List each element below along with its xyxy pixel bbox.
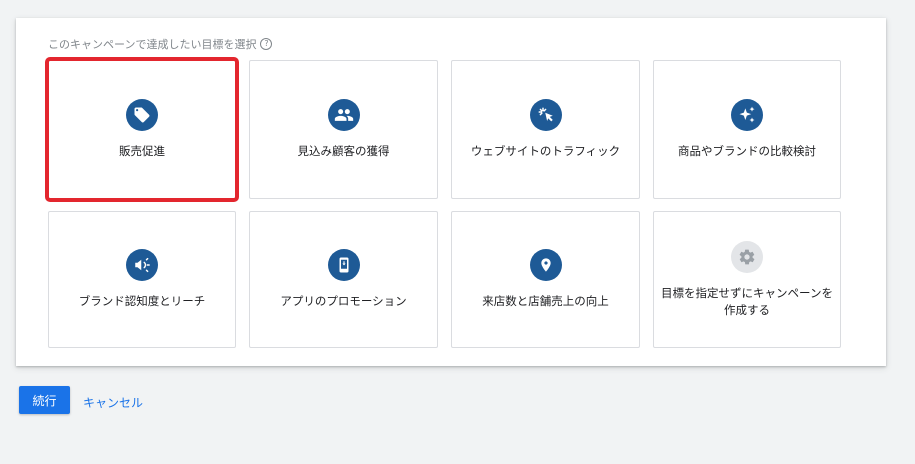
goal-card-leads[interactable]: 見込み顧客の獲得 [249, 60, 438, 199]
gear-icon [731, 240, 763, 273]
people-icon [327, 99, 360, 131]
goal-heading: このキャンペーンで達成したい目標を選択 ? [48, 36, 273, 52]
goal-label: 目標を指定せずにキャンペーンを作成する [661, 285, 833, 317]
goal-label: 販売促進 [119, 144, 165, 158]
megaphone-icon [126, 249, 158, 281]
goal-label: 商品やブランドの比較検討 [678, 144, 816, 158]
goal-label: ブランド認知度とリーチ [78, 294, 206, 308]
goal-label: アプリのプロモーション [280, 294, 407, 308]
goal-card-no-goal[interactable]: 目標を指定せずにキャンペーンを作成する [653, 211, 841, 348]
sales-tag-icon [126, 99, 158, 131]
goal-card-consideration[interactable]: 商品やブランドの比較検討 [653, 60, 841, 199]
goal-label: 見込み顧客の獲得 [297, 144, 390, 158]
phone-download-icon [327, 249, 360, 281]
goal-grid: 販売促進 見込み顧客の獲得 ウェブサイトのトラフィック 商品やブランドの比較検討 [45, 57, 841, 348]
goal-card-sales[interactable]: 販売促進 [45, 57, 239, 202]
goal-card-app[interactable]: アプリのプロモーション [249, 211, 438, 348]
sparkle-icon [731, 99, 763, 131]
cancel-link[interactable]: キャンセル [83, 394, 143, 411]
continue-button[interactable]: 続行 [19, 386, 70, 414]
goal-heading-text: このキャンペーンで達成したい目標を選択 [48, 38, 257, 51]
goal-card-local[interactable]: 来店数と店舗売上の向上 [451, 211, 640, 348]
goal-card-awareness[interactable]: ブランド認知度とリーチ [48, 211, 236, 348]
cursor-click-icon [529, 99, 562, 131]
help-icon[interactable]: ? [260, 38, 273, 50]
goal-selection-panel: このキャンペーンで達成したい目標を選択 ? 販売促進 見込み顧客の獲得 ウェブサ… [16, 18, 886, 366]
goal-label: 来店数と店舗売上の向上 [482, 294, 609, 308]
goal-label: ウェブサイトのトラフィック [470, 144, 621, 158]
goal-card-traffic[interactable]: ウェブサイトのトラフィック [451, 60, 640, 199]
location-pin-icon [529, 249, 562, 281]
